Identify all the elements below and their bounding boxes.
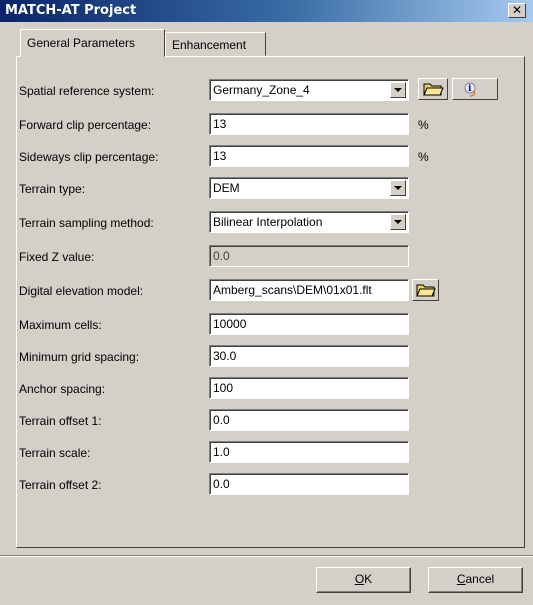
anchor-spacing-label: Anchor spacing:: [19, 382, 106, 396]
close-icon: ✕: [511, 3, 523, 17]
max-cells-input[interactable]: 10000: [209, 313, 409, 335]
tab-general-parameters[interactable]: General Parameters: [20, 29, 165, 57]
min-grid-label: Minimum grid spacing:: [19, 350, 140, 364]
forward-clip-unit: %: [418, 118, 429, 132]
fixed-z-label: Fixed Z value:: [19, 250, 95, 264]
folder-open-icon: [416, 284, 436, 297]
fixed-z-input: 0.0: [209, 245, 409, 267]
sideways-clip-label: Sideways clip percentage:: [19, 150, 159, 164]
anchor-spacing-input[interactable]: 100: [209, 377, 409, 399]
sampling-method-label: Terrain sampling method:: [19, 216, 154, 230]
close-button[interactable]: ✕: [508, 3, 526, 18]
info-button[interactable]: i: [452, 78, 498, 100]
browse-spatial-reference-button[interactable]: [418, 78, 448, 100]
sampling-method-select[interactable]: Bilinear Interpolation: [209, 211, 409, 233]
dem-label: Digital elevation model:: [19, 284, 144, 298]
forward-clip-input[interactable]: 13: [209, 113, 409, 135]
ok-button[interactable]: OK: [316, 567, 411, 593]
dem-input[interactable]: Amberg_scans\DEM\01x01.flt: [209, 279, 409, 301]
terrain-scale-label: Terrain scale:: [19, 446, 91, 460]
tab-enhancement[interactable]: Enhancement: [165, 32, 266, 56]
terrain-offset1-label: Terrain offset 1:: [19, 414, 102, 428]
chevron-down-icon[interactable]: [390, 214, 406, 230]
browse-dem-button[interactable]: [412, 279, 439, 301]
terrain-type-select[interactable]: DEM: [209, 177, 409, 199]
sideways-clip-unit: %: [418, 150, 429, 164]
tab-label: General Parameters: [27, 36, 136, 50]
chevron-down-icon[interactable]: [390, 82, 406, 98]
spatial-reference-label: Spatial reference system:: [19, 84, 155, 98]
sampling-method-value: Bilinear Interpolation: [213, 215, 323, 229]
separator: [0, 555, 533, 557]
spatial-reference-value: Germany_Zone_4: [213, 83, 310, 97]
terrain-offset1-input[interactable]: 0.0: [209, 409, 409, 431]
terrain-offset2-label: Terrain offset 2:: [19, 478, 102, 492]
terrain-scale-input[interactable]: 1.0: [209, 441, 409, 463]
info-icon: i: [464, 82, 476, 97]
spatial-reference-select[interactable]: Germany_Zone_4: [209, 79, 409, 101]
sideways-clip-input[interactable]: 13: [209, 145, 409, 167]
svg-text:i: i: [468, 84, 472, 94]
cancel-button[interactable]: Cancel: [428, 567, 523, 593]
tab-label: Enhancement: [172, 38, 247, 52]
folder-open-icon: [423, 83, 444, 96]
ok-label: K: [364, 572, 373, 586]
window-title: MATCH-AT Project: [5, 3, 137, 18]
terrain-offset2-input[interactable]: 0.0: [209, 473, 409, 495]
min-grid-input[interactable]: 30.0: [209, 345, 409, 367]
cancel-label: ancel: [465, 572, 495, 586]
dialog-window: MATCH-AT Project ✕ General Parameters En…: [0, 0, 533, 605]
chevron-down-icon[interactable]: [390, 180, 406, 196]
ok-mnemonic: O: [354, 572, 365, 586]
terrain-type-value: DEM: [213, 181, 240, 195]
max-cells-label: Maximum cells:: [19, 318, 102, 332]
forward-clip-label: Forward clip percentage:: [19, 118, 152, 132]
terrain-type-label: Terrain type:: [19, 182, 86, 196]
title-bar[interactable]: MATCH-AT Project ✕: [0, 0, 533, 22]
